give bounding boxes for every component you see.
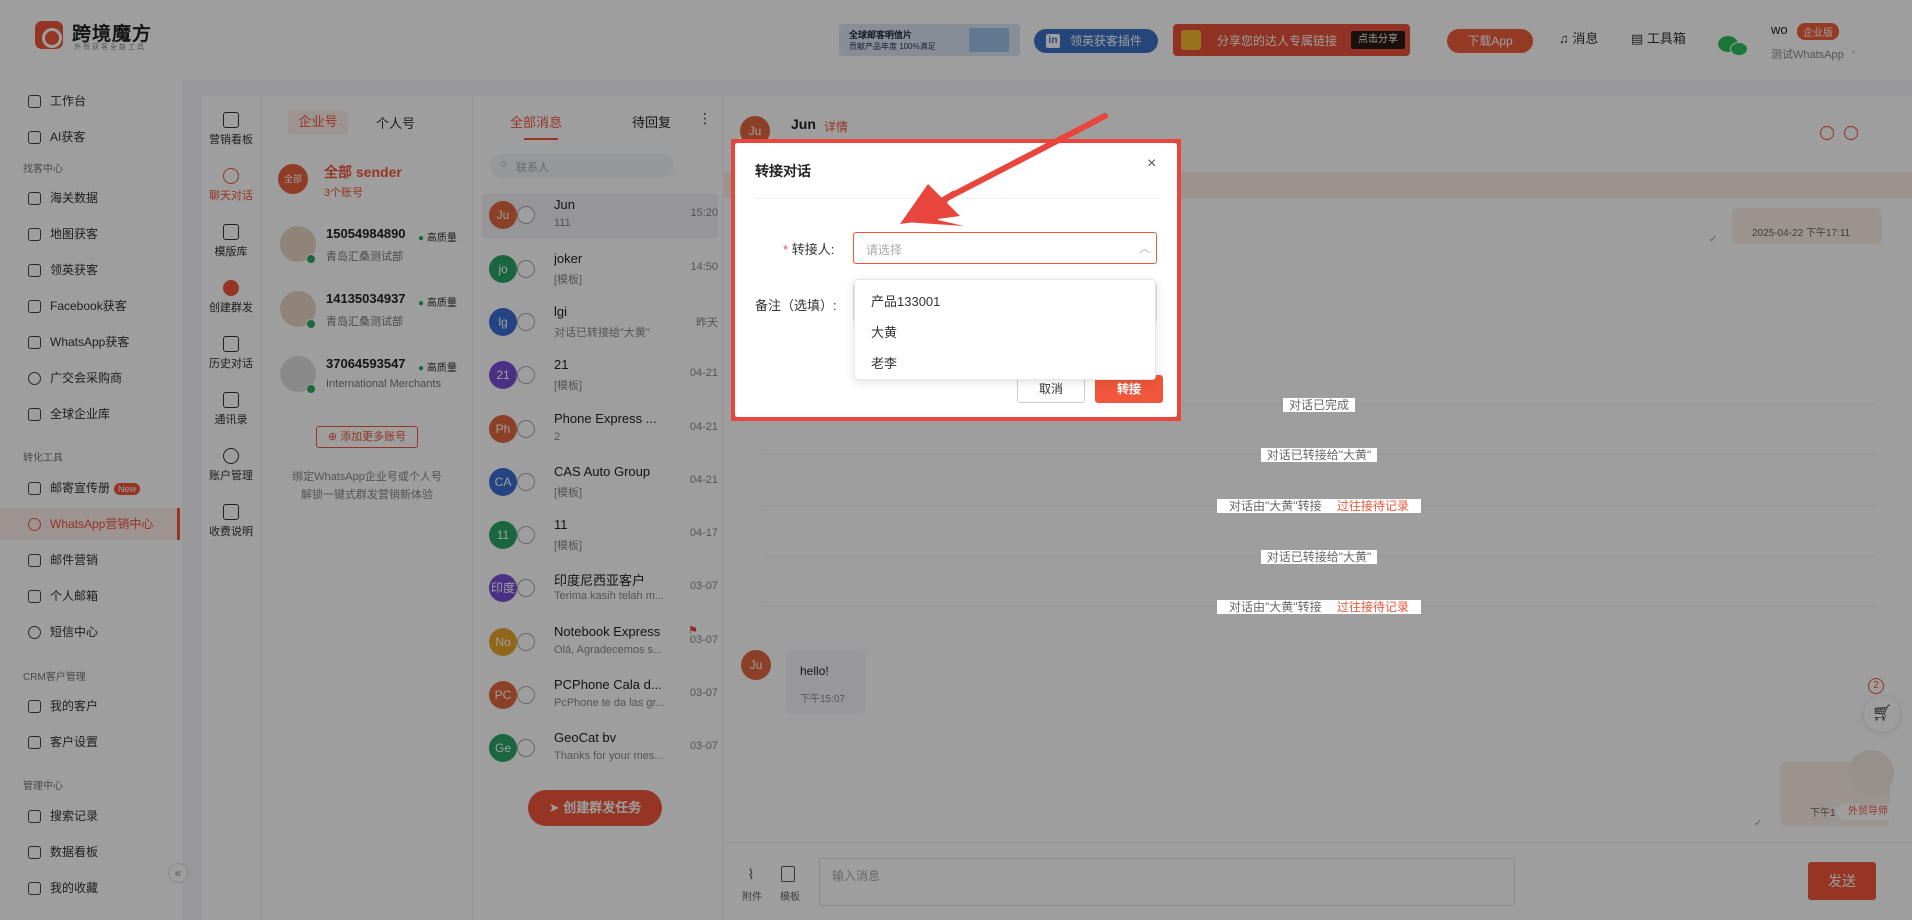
assignee-option[interactable]: 老李 [871, 353, 897, 372]
history-link[interactable]: 过往接待记录 [1330, 600, 1415, 614]
assignee-option[interactable]: 大黄 [871, 322, 897, 341]
history-link[interactable]: 过往接待记录 [1330, 499, 1415, 513]
annotation-arrow-icon [900, 113, 1108, 226]
assignee-option[interactable]: 产品133001 [871, 291, 940, 310]
assignee-dropdown: 产品133001 大黄 老李 [854, 279, 1156, 380]
